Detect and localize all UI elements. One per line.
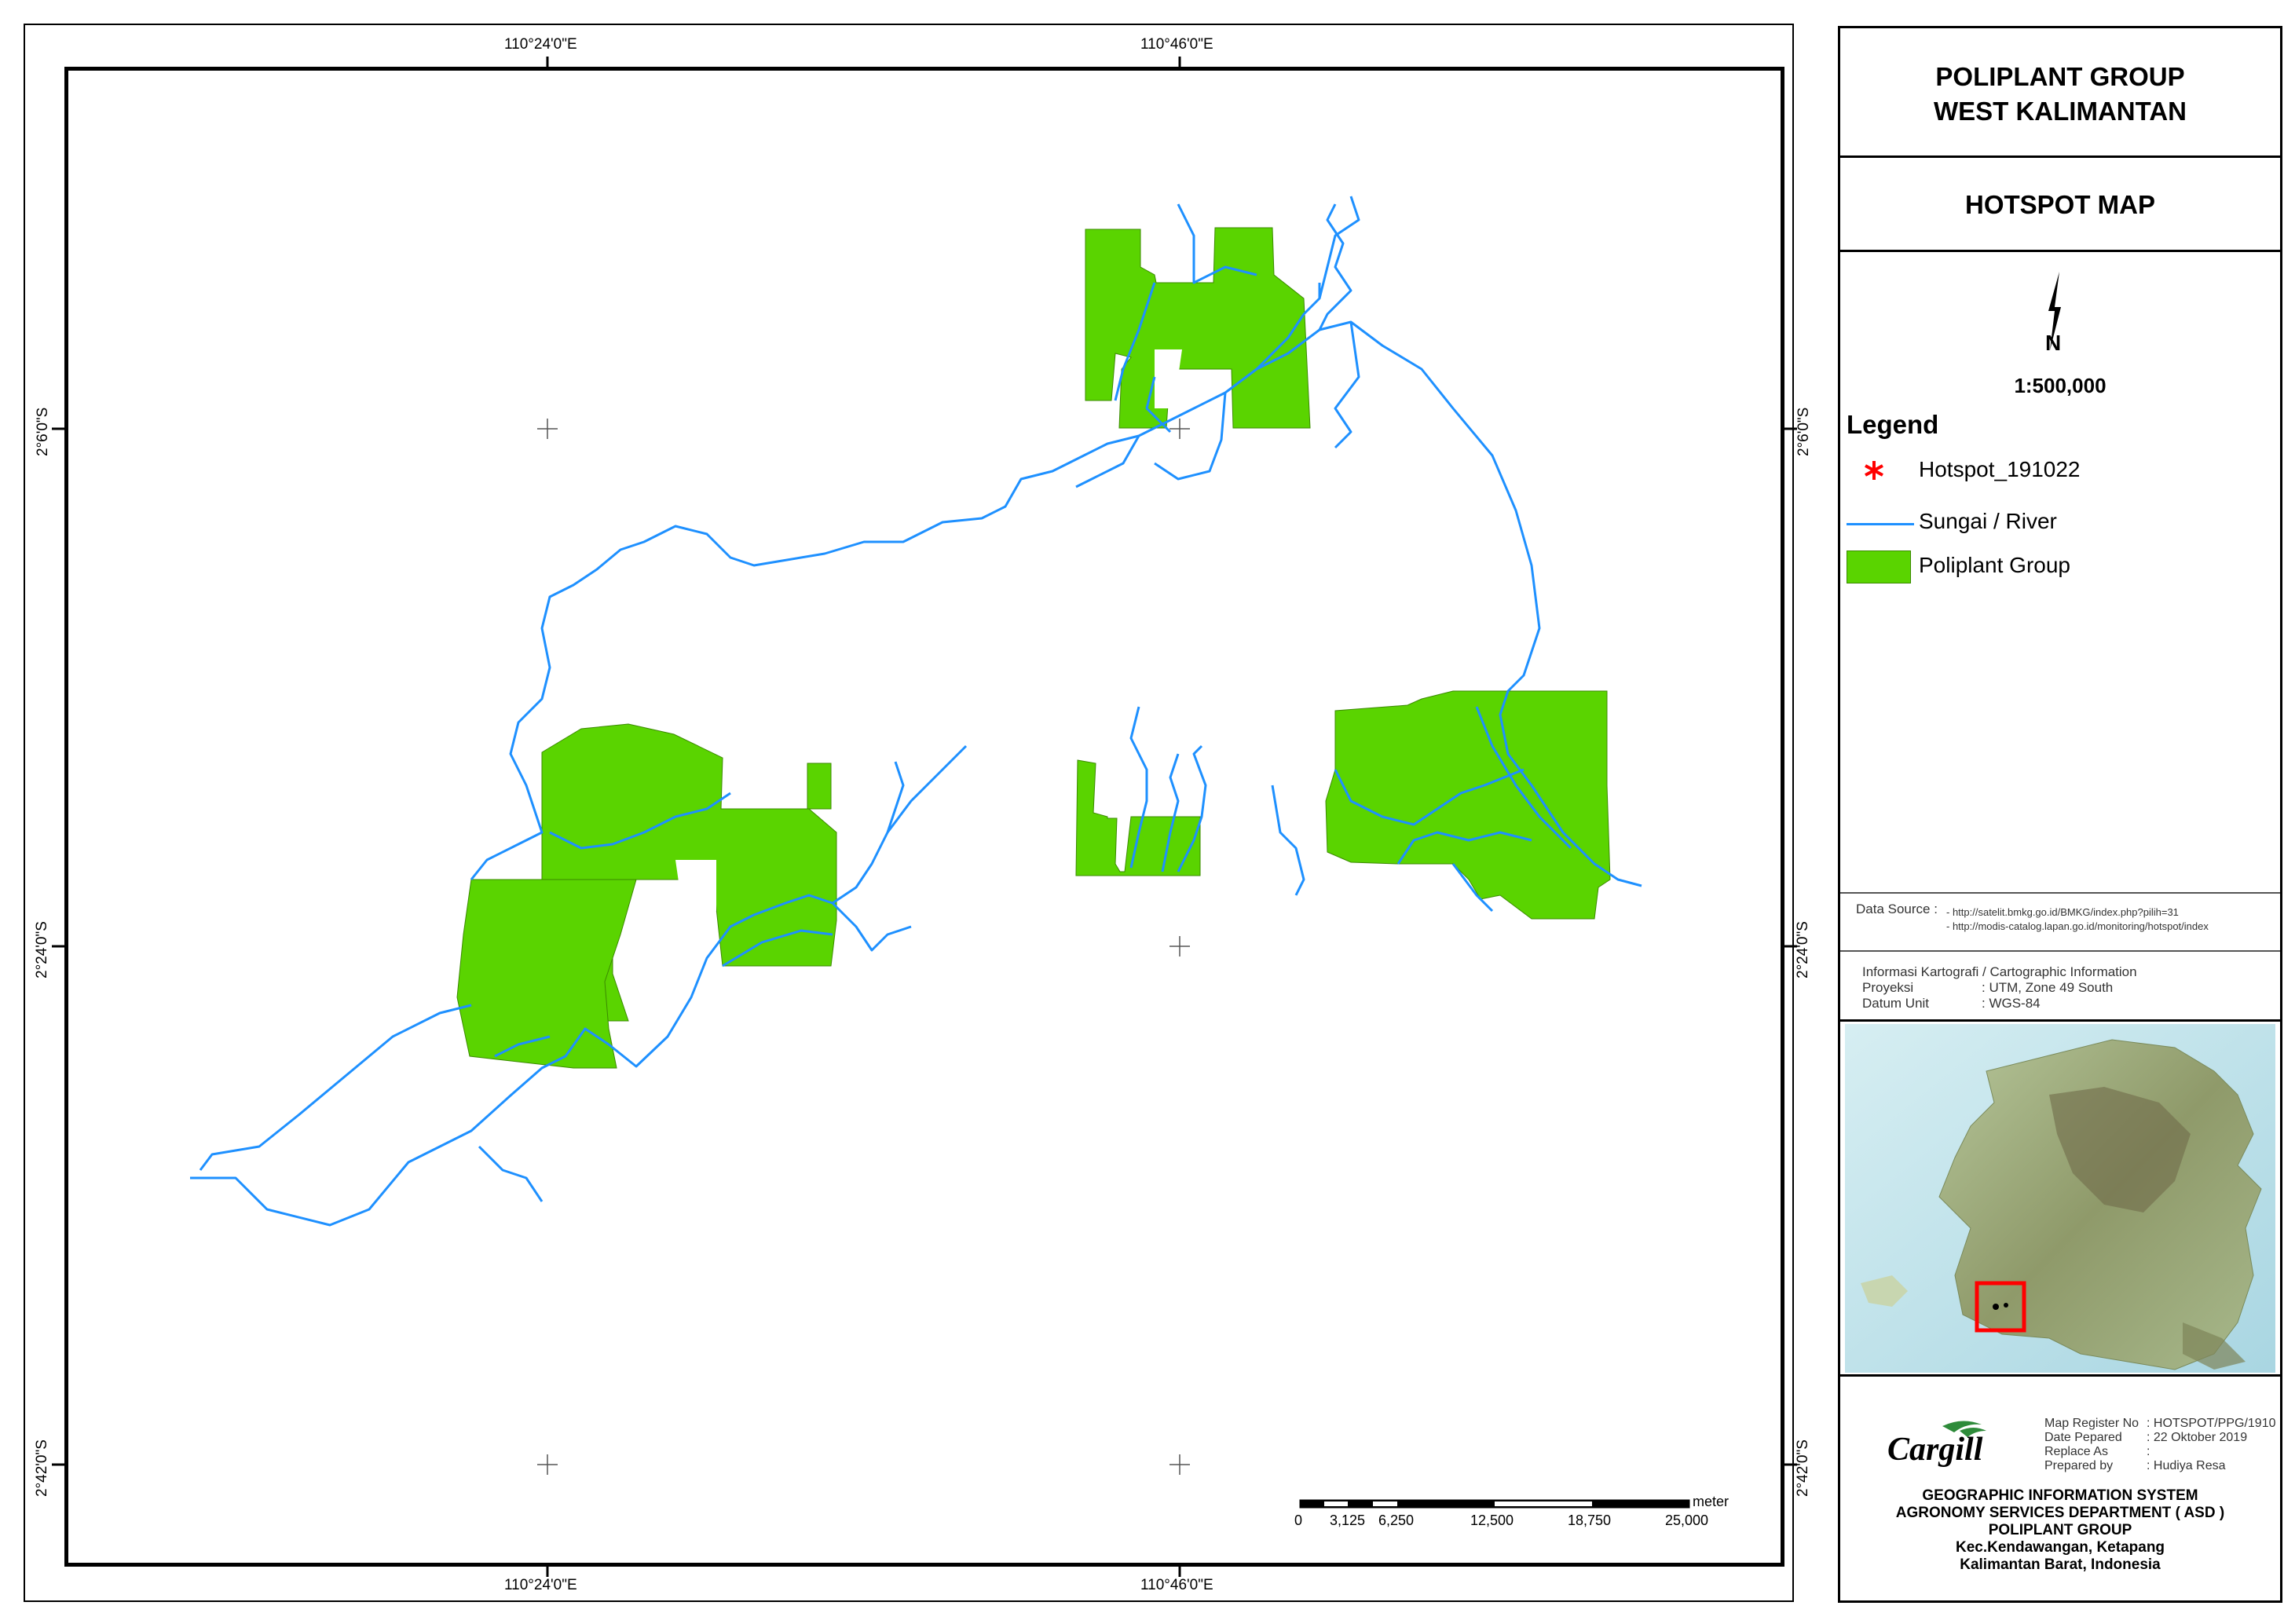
panel-title-line1: POLIPLANT GROUP	[1935, 62, 2185, 91]
footer-line-5: Kalimantan Barat, Indonesia	[1960, 1556, 2161, 1573]
cargill-logo: Cargill	[1887, 1417, 1989, 1472]
inset-map[interactable]	[1845, 1024, 2275, 1373]
register-val-2: : 22 Oktober 2019	[2147, 1431, 2248, 1444]
map-canvas	[52, 57, 1797, 1577]
footer-line-3: POLIPLANT GROUP	[1988, 1522, 2132, 1538]
panel-subtitle: HOTSPOT MAP	[1964, 190, 2155, 219]
carto-val-2: : WGS-84	[1982, 996, 2041, 1011]
asterisk-icon	[1862, 459, 1886, 482]
data-source-2: - http://modis-catalog.lapan.go.id/monit…	[1946, 920, 2209, 932]
register-key-3: Replace As	[2044, 1445, 2108, 1458]
carto-key-1: Proyeksi	[1862, 980, 1914, 995]
legend-label-hotspot: Hotspot_191022	[1919, 457, 2081, 481]
scale-tick-3: 12,500	[1470, 1512, 1514, 1528]
scale-tick-2: 6,250	[1378, 1512, 1415, 1528]
scale-tick-5: 25,000	[1665, 1512, 1709, 1528]
plantation-block-central	[1075, 759, 1201, 876]
panel-title-line2: WEST KALIMANTAN	[1933, 97, 2187, 126]
legend-label-plantation: Poliplant Group	[1919, 553, 2071, 577]
footer-line-2: AGRONOMY SERVICES DEPARTMENT ( ASD )	[1895, 1505, 2225, 1521]
line-icon	[1847, 523, 1914, 525]
register-val-1: : HOTSPOT/PPG/1910	[2147, 1417, 2276, 1430]
footer-line-4: Kec.Kendawangan, Ketapang	[1955, 1539, 2165, 1556]
plantation-block-north	[1085, 227, 1311, 429]
fill-box-icon	[1847, 550, 1911, 583]
carto-val-1: : UTM, Zone 49 South	[1982, 980, 2114, 995]
scale-tick-1: 3,125	[1330, 1512, 1366, 1528]
legend-panel: POLIPLANT GROUP WEST KALIMANTAN HOTSPOT …	[1838, 26, 2282, 1603]
data-source-1: - http://satelit.bmkg.go.id/BMKG/index.p…	[1946, 906, 2179, 918]
plantation-block-small	[807, 763, 832, 810]
carto-title: Informasi Kartografi / Cartographic Info…	[1862, 964, 2137, 979]
register-key-1: Map Register No	[2044, 1417, 2139, 1430]
register-val-3: :	[2147, 1445, 2150, 1458]
footer-line-1: GEOGRAPHIC INFORMATION SYSTEM	[1922, 1487, 2198, 1504]
register-val-4: : Hudiya Resa	[2147, 1459, 2226, 1472]
north-letter: N	[2045, 331, 2062, 355]
scale-ratio: 1:500,000	[2014, 374, 2106, 397]
scale-bar	[1299, 1499, 1690, 1509]
graticule-crosses	[537, 419, 1190, 1475]
scale-tick-0: 0	[1294, 1512, 1303, 1528]
plantation-polygons	[456, 227, 1611, 1069]
scale-unit: meter	[1693, 1494, 1729, 1509]
scale-tick-4: 18,750	[1568, 1512, 1612, 1528]
data-source-label: Data Source :	[1856, 902, 1938, 916]
carto-key-2: Datum Unit	[1862, 996, 1930, 1011]
legend-label-river: Sungai / River	[1919, 509, 2057, 533]
legend-title: Legend	[1847, 410, 1939, 439]
register-key-4: Prepared by	[2044, 1459, 2114, 1472]
register-key-2: Date Pepared	[2044, 1431, 2122, 1444]
